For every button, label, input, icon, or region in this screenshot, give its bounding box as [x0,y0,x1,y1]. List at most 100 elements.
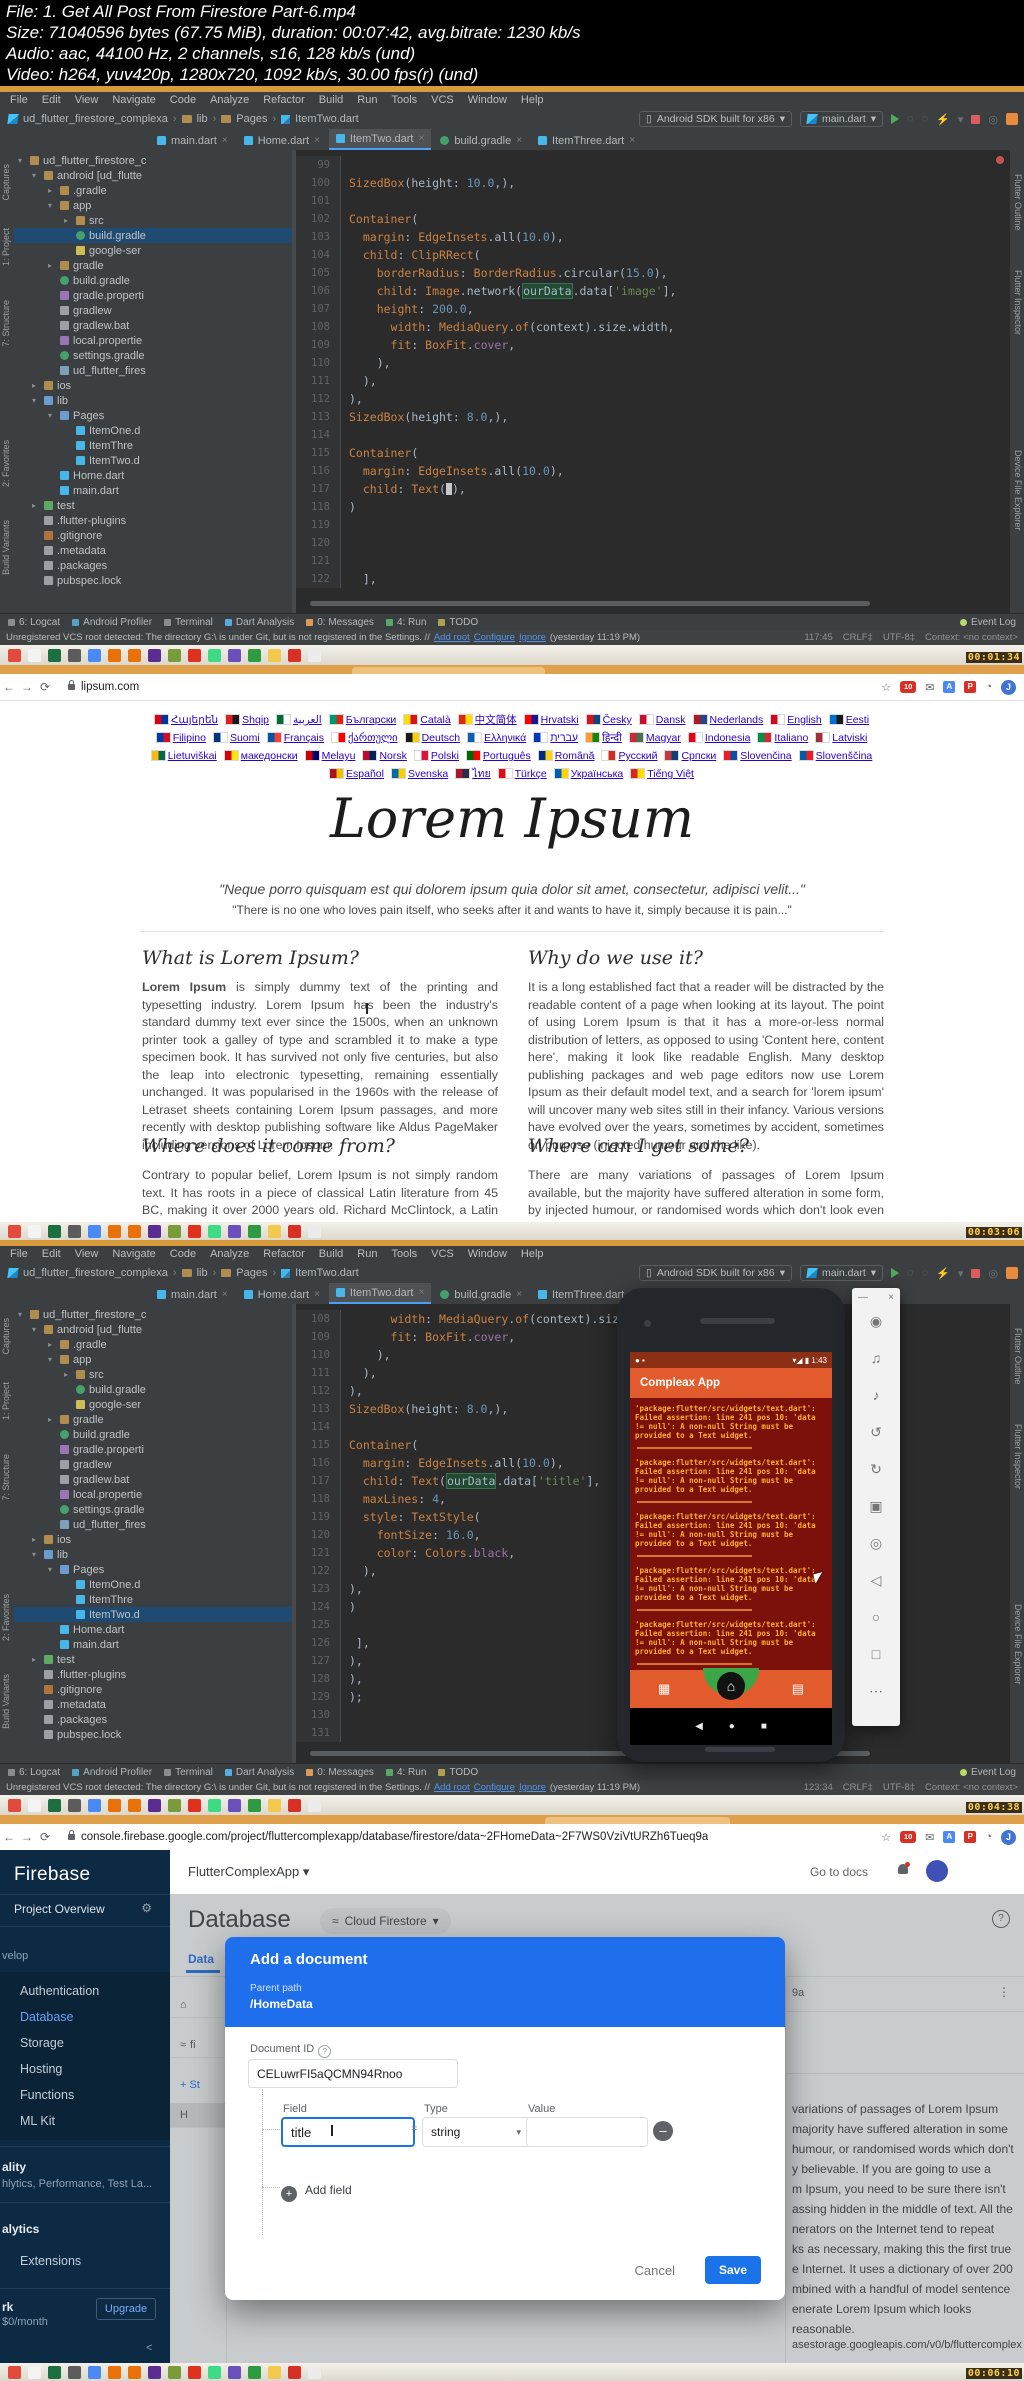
language-link[interactable]: Indonesia [688,732,750,744]
tree-arrow-icon[interactable]: ▾ [18,1310,26,1319]
taskbar-app-icon[interactable] [8,648,21,662]
tree-item[interactable]: .packages [14,558,292,573]
language-link[interactable]: 中文简体 [458,714,517,726]
language-link[interactable]: Latviski [816,732,867,744]
emulator-toolbar-icon[interactable]: □ [872,1647,880,1661]
editor-tab[interactable]: build.gradle × [433,131,529,150]
tree-item[interactable]: ▾ Pages [14,1562,292,1577]
tool-tab-flutter-inspector[interactable]: Flutter Inspector [1013,270,1023,335]
taskbar-app-icon[interactable] [108,1224,121,1238]
close-tab-icon[interactable]: × [418,133,424,144]
database-type-selector[interactable]: ≈ Cloud Firestore ▾ [320,1908,451,1934]
menu-item[interactable]: Refactor [263,1248,305,1260]
tool-tab-project[interactable]: 1: Project [1,228,11,266]
tool-window-button[interactable]: 4: Run [385,1767,426,1778]
tree-arrow-icon[interactable]: ▾ [18,156,26,165]
taskbar-app-icon[interactable] [48,648,61,662]
tree-item[interactable]: gradlew [14,303,292,318]
sidebar-item[interactable]: ML Kit [0,2108,170,2134]
go-to-docs-link[interactable]: Go to docs [810,1865,868,1879]
tool-tab-build-variants[interactable]: Build Variants [1,520,11,575]
menu-item[interactable]: Help [521,94,544,106]
tree-item[interactable]: ▸ .gradle [14,1337,292,1352]
close-tab-icon[interactable]: × [222,135,228,146]
emulator-toolbar-icon[interactable]: ▣ [869,1499,882,1513]
taskbar-app-icon[interactable] [268,1798,281,1812]
debug-button[interactable]: ◌ [907,1267,914,1279]
tool-tab-structure[interactable]: 7: Structure [1,1454,11,1501]
run-config-selector[interactable]: main.dart ▾ [800,1265,884,1281]
account-avatar[interactable] [926,1860,948,1882]
menu-item[interactable]: Window [468,1248,507,1260]
code-editor[interactable]: 99 100 SizedBox(height: 10.0,), 101 102 Conta… [296,150,1010,614]
tree-item[interactable]: ▾ ud_flutter_firestore_c [14,1307,292,1322]
tool-tab-project[interactable]: 1: Project [1,1382,11,1420]
editor-tab[interactable]: ItemTwo.dart × [328,129,432,150]
database-row[interactable]: ≈ fi [170,2033,226,2058]
close-tab-icon[interactable]: × [629,135,635,146]
language-link[interactable]: हिन्दी [586,732,622,744]
tool-window-button[interactable]: 6: Logcat [8,617,60,628]
emulator-toolbar-icon[interactable]: ◉ [870,1314,882,1328]
tree-item[interactable]: Home.dart [14,468,292,483]
taskbar-app-icon[interactable] [268,1224,281,1238]
back-icon[interactable]: ← [0,680,18,694]
taskbar-app-icon[interactable] [228,2365,241,2379]
extension-badge[interactable]: 10 [900,681,917,693]
pdf-icon[interactable]: P [964,681,977,693]
tree-item[interactable]: settings.gradle [14,1502,292,1517]
sidebar-item-extensions[interactable]: Extensions [0,2248,170,2274]
tool-window-button[interactable]: TODO [438,617,478,628]
menu-item[interactable]: Build [319,94,343,106]
taskbar-app-icon[interactable] [188,1798,201,1812]
back-icon[interactable]: ← [0,1830,18,1844]
taskbar-app-icon[interactable] [248,1798,261,1812]
tree-item[interactable]: ▾ Pages [14,408,292,423]
close-tab-icon[interactable]: × [418,1287,424,1298]
taskbar-app-icon[interactable] [308,648,321,662]
tool-tab-favorites[interactable]: 2: Favorites [1,440,11,487]
language-link[interactable]: Shqip [226,714,269,726]
url-input[interactable]: lipsum.com [81,681,139,693]
language-link[interactable]: Français [267,732,324,744]
tree-item[interactable]: .metadata [14,543,292,558]
menu-item[interactable]: Run [357,1248,377,1260]
notifications-bell-icon[interactable] [898,1862,910,1874]
language-link[interactable]: Nederlands [693,714,763,726]
editor-hscrollbar[interactable] [310,601,870,606]
avatar[interactable] [1006,1267,1018,1279]
tree-arrow-icon[interactable]: ▸ [32,1535,40,1544]
run-button[interactable] [891,1268,900,1278]
menu-item[interactable]: Tools [391,94,417,106]
minimize-icon[interactable]: — [858,1292,868,1303]
taskbar-app-icon[interactable] [248,1224,261,1238]
taskbar-app-icon[interactable] [88,648,101,662]
breadcrumb-lib[interactable]: lib [197,1267,208,1279]
editor-tab[interactable]: Home.dart × [237,131,327,150]
tool-window-button[interactable]: Dart Analysis [224,1767,294,1778]
history-clock-icon[interactable]: ◔ [985,1831,992,1843]
tool-tab-build-variants[interactable]: Build Variants [1,1674,11,1729]
reload-icon[interactable]: ⟳ [36,680,54,694]
run-config-selector[interactable]: main.dart ▾ [800,111,884,127]
tree-arrow-icon[interactable]: ▸ [64,1370,72,1379]
emulator-toolbar-icon[interactable]: ○ [872,1610,880,1624]
taskbar-app-icon[interactable] [68,2365,81,2379]
menu-item[interactable]: VCS [431,1248,454,1260]
emulator-toolbar-icon[interactable]: ↻ [870,1462,882,1476]
menu-item[interactable]: VCS [431,94,454,106]
tree-item[interactable]: .flutter-plugins [14,1667,292,1682]
translate-icon[interactable]: A [943,681,956,693]
menu-item[interactable]: View [75,1248,99,1260]
kebab-menu-icon[interactable]: ⋮ [998,1985,1010,1999]
bookmark-star-icon[interactable]: ☆ [881,1831,891,1844]
bookmark-star-icon[interactable]: ☆ [881,681,891,694]
hot-reload-icon[interactable]: ⚡ [936,1267,950,1280]
tree-item[interactable]: main.dart [14,483,292,498]
taskbar-app-icon[interactable] [88,1224,101,1238]
tree-arrow-icon[interactable]: ▾ [48,201,56,210]
taskbar-app-icon[interactable] [28,2365,41,2379]
ssl-lock-icon[interactable] [68,680,75,690]
language-link[interactable]: Tiếng Việt [631,768,694,780]
close-tab-icon[interactable]: × [314,1289,320,1300]
